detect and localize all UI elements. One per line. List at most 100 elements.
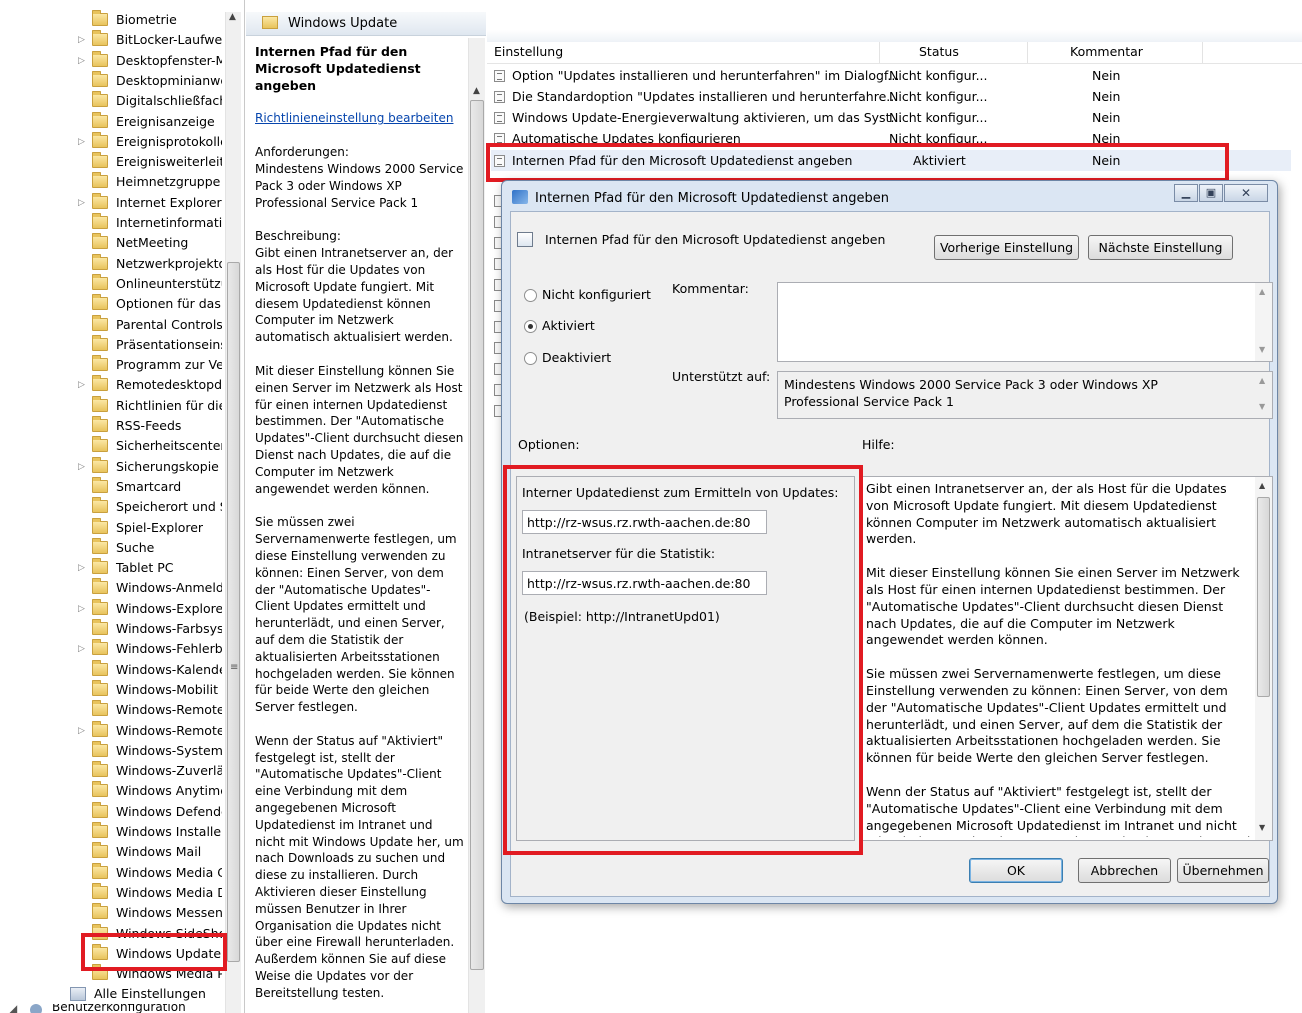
minimize-button[interactable]: ▁: [1174, 184, 1198, 202]
expand-arrow-icon[interactable]: ▷: [78, 375, 88, 395]
tree-item[interactable]: Windows Media C: [0, 862, 222, 883]
tree-item[interactable]: Windows Media D: [0, 882, 222, 903]
tree-item[interactable]: Windows Defende: [0, 801, 222, 822]
scroll-up-icon[interactable]: ▲: [1259, 376, 1265, 385]
expand-arrow-icon[interactable]: ▷: [78, 558, 88, 578]
scrollbar-thumb[interactable]: [1257, 497, 1270, 697]
tree-item[interactable]: NetMeeting: [0, 233, 222, 253]
tree-item[interactable]: Digitalschließfach: [0, 91, 222, 111]
tree-item[interactable]: Windows-Remote: [0, 700, 222, 720]
tree-item[interactable]: Windows-Kalende: [0, 659, 222, 680]
scroll-up-icon[interactable]: ▲: [229, 12, 236, 22]
tree-item[interactable]: Windows-Systemi: [0, 740, 222, 761]
radio-enabled[interactable]: [524, 320, 537, 333]
next-setting-button[interactable]: Nächste Einstellung: [1088, 235, 1233, 260]
tree-item[interactable]: Windows Messen: [0, 903, 222, 923]
scroll-up-icon[interactable]: ▲: [473, 86, 480, 96]
tree-item[interactable]: ▷ Internet Explorer: [0, 192, 222, 213]
tree-item[interactable]: Windows-Mobilit: [0, 679, 222, 700]
tree-item[interactable]: Windows Mail: [0, 842, 222, 862]
radio-not-configured[interactable]: [524, 289, 537, 302]
expand-arrow-icon[interactable]: ▷: [78, 639, 88, 659]
tree-item[interactable]: Windows Installer: [0, 822, 222, 842]
tree-item-all-settings[interactable]: Alle Einstellungen: [70, 984, 240, 1004]
tree-item[interactable]: Richtlinien für die: [0, 395, 222, 416]
radio-label: Aktiviert: [542, 318, 595, 333]
edit-policy-link[interactable]: Richtlinieneinstellung bearbeiten: [255, 111, 453, 125]
expand-arrow-icon[interactable]: ▷: [78, 721, 88, 741]
tree-item[interactable]: Programm zur Ve: [0, 355, 222, 375]
tree-item[interactable]: Biometrie: [0, 10, 222, 30]
tree-item[interactable]: ▷ Windows-Explorer: [0, 598, 222, 619]
tree-item[interactable]: ▷ Tablet PC: [0, 558, 222, 578]
tree-item[interactable]: Heimnetzgruppe: [0, 172, 222, 192]
policy-tree[interactable]: Biometrie ▷ BitLocker-Laufwe ▷ Desktopfenste…: [0, 0, 245, 1013]
cancel-button[interactable]: Abbrechen: [1078, 858, 1171, 883]
scrollbar-thumb[interactable]: [470, 100, 484, 970]
expand-arrow-icon[interactable]: ▷: [78, 51, 88, 71]
scroll-down-icon[interactable]: ▼: [1259, 345, 1265, 354]
tree-item[interactable]: Ereignisweiterleitu: [0, 152, 222, 172]
tree-item[interactable]: Sicherheitscenter: [0, 436, 222, 456]
comment-textarea[interactable]: ▲ ▼: [777, 282, 1273, 362]
tree-item[interactable]: Windows-Zuverlä: [0, 761, 222, 781]
tree-item[interactable]: ▷ Remotedesktopdi: [0, 375, 222, 395]
expand-arrow-icon[interactable]: ▷: [78, 30, 88, 50]
expand-arrow-icon[interactable]: ▷: [78, 457, 88, 477]
comment-scrollbar[interactable]: ▲ ▼: [1255, 283, 1272, 361]
ok-button[interactable]: OK: [969, 858, 1063, 883]
tree-item[interactable]: Internetinformatic: [0, 213, 222, 233]
scroll-down-icon[interactable]: ▼: [1259, 823, 1265, 832]
tree-item-label: Windows-Zuverlä: [116, 763, 222, 779]
scroll-up-icon[interactable]: ▲: [1259, 287, 1265, 296]
tree-item[interactable]: Onlineunterstützu: [0, 273, 222, 294]
policy-row[interactable]: Windows Update-Energieverwaltung aktivie…: [491, 107, 1291, 128]
policy-name: Die Standardoption "Updates installieren…: [512, 89, 899, 104]
description-header: Windows Update: [246, 12, 486, 36]
previous-setting-button[interactable]: Vorherige Einstellung: [934, 235, 1079, 260]
tree-item[interactable]: ▷ Sicherungskopie: [0, 456, 222, 477]
expand-arrow-icon[interactable]: ▷: [78, 132, 88, 152]
tree-item[interactable]: Smartcard: [0, 476, 222, 497]
tree-item[interactable]: Windows-Anmeld: [0, 578, 222, 598]
scroll-up-icon[interactable]: ▲: [1259, 481, 1265, 490]
column-header-comment[interactable]: Kommentar: [1070, 44, 1143, 64]
column-header-setting[interactable]: Einstellung: [494, 44, 563, 64]
apply-button[interactable]: Übernehmen: [1177, 858, 1269, 883]
expand-arrow-icon[interactable]: ▷: [78, 599, 88, 619]
tree-item[interactable]: Parental Controls: [0, 314, 222, 335]
tree-item[interactable]: ▷ Desktopfenster-M: [0, 50, 222, 71]
tree-item[interactable]: ▷ BitLocker-Laufwe: [0, 30, 222, 50]
tree-item[interactable]: Spiel-Explorer: [0, 517, 222, 538]
tree-item[interactable]: Windows-Farbsys: [0, 619, 222, 639]
policy-row[interactable]: Die Standardoption "Updates installieren…: [491, 86, 1291, 107]
maximize-button[interactable]: ▣: [1199, 184, 1223, 202]
radio-disabled[interactable]: [524, 352, 537, 365]
tree-item[interactable]: Ereignisanzeige: [0, 111, 222, 132]
scroll-down-icon[interactable]: ▼: [1259, 402, 1265, 411]
scrollbar-thumb[interactable]: [227, 262, 240, 962]
tree-item[interactable]: Präsentationseinst: [0, 334, 222, 355]
tree-item[interactable]: Speicherort und S: [0, 497, 222, 517]
tree-item-label: Windows Messen: [116, 905, 222, 921]
tree-item[interactable]: RSS-Feeds: [0, 416, 222, 436]
tree-scrollbar[interactable]: ▲ ≡: [225, 12, 241, 1013]
help-scrollbar[interactable]: ▲ ▼: [1255, 477, 1272, 840]
policy-row[interactable]: Option "Updates installieren und herunte…: [491, 65, 1291, 86]
tree-item[interactable]: ▷ Windows-Fehlerb: [0, 639, 222, 659]
expand-arrow-icon[interactable]: ▷: [78, 193, 88, 213]
tree-item-label: Windows-Remote: [116, 702, 222, 718]
tree-item[interactable]: Optionen für das I: [0, 294, 222, 314]
tree-item[interactable]: Windows Anytime: [0, 781, 222, 801]
column-header-status[interactable]: Status: [919, 44, 959, 64]
tree-item[interactable]: ▷ Ereignisprotokolle: [0, 131, 222, 152]
tree-item[interactable]: Netzwerkprojekto: [0, 253, 222, 274]
tree-item-user-config[interactable]: ◢ Benutzerkonfiguration: [0, 1004, 230, 1013]
supported-scrollbar[interactable]: ▲ ▼: [1255, 372, 1272, 418]
tree-item[interactable]: Desktopminianwe: [0, 70, 222, 91]
tree-item[interactable]: ▷ Windows-Remote: [0, 720, 222, 741]
tree-item[interactable]: Suche: [0, 537, 222, 558]
policy-status: Nicht konfigur...: [889, 68, 988, 83]
description-scrollbar[interactable]: ▲: [468, 38, 485, 1013]
close-button[interactable]: ✕: [1224, 184, 1268, 202]
